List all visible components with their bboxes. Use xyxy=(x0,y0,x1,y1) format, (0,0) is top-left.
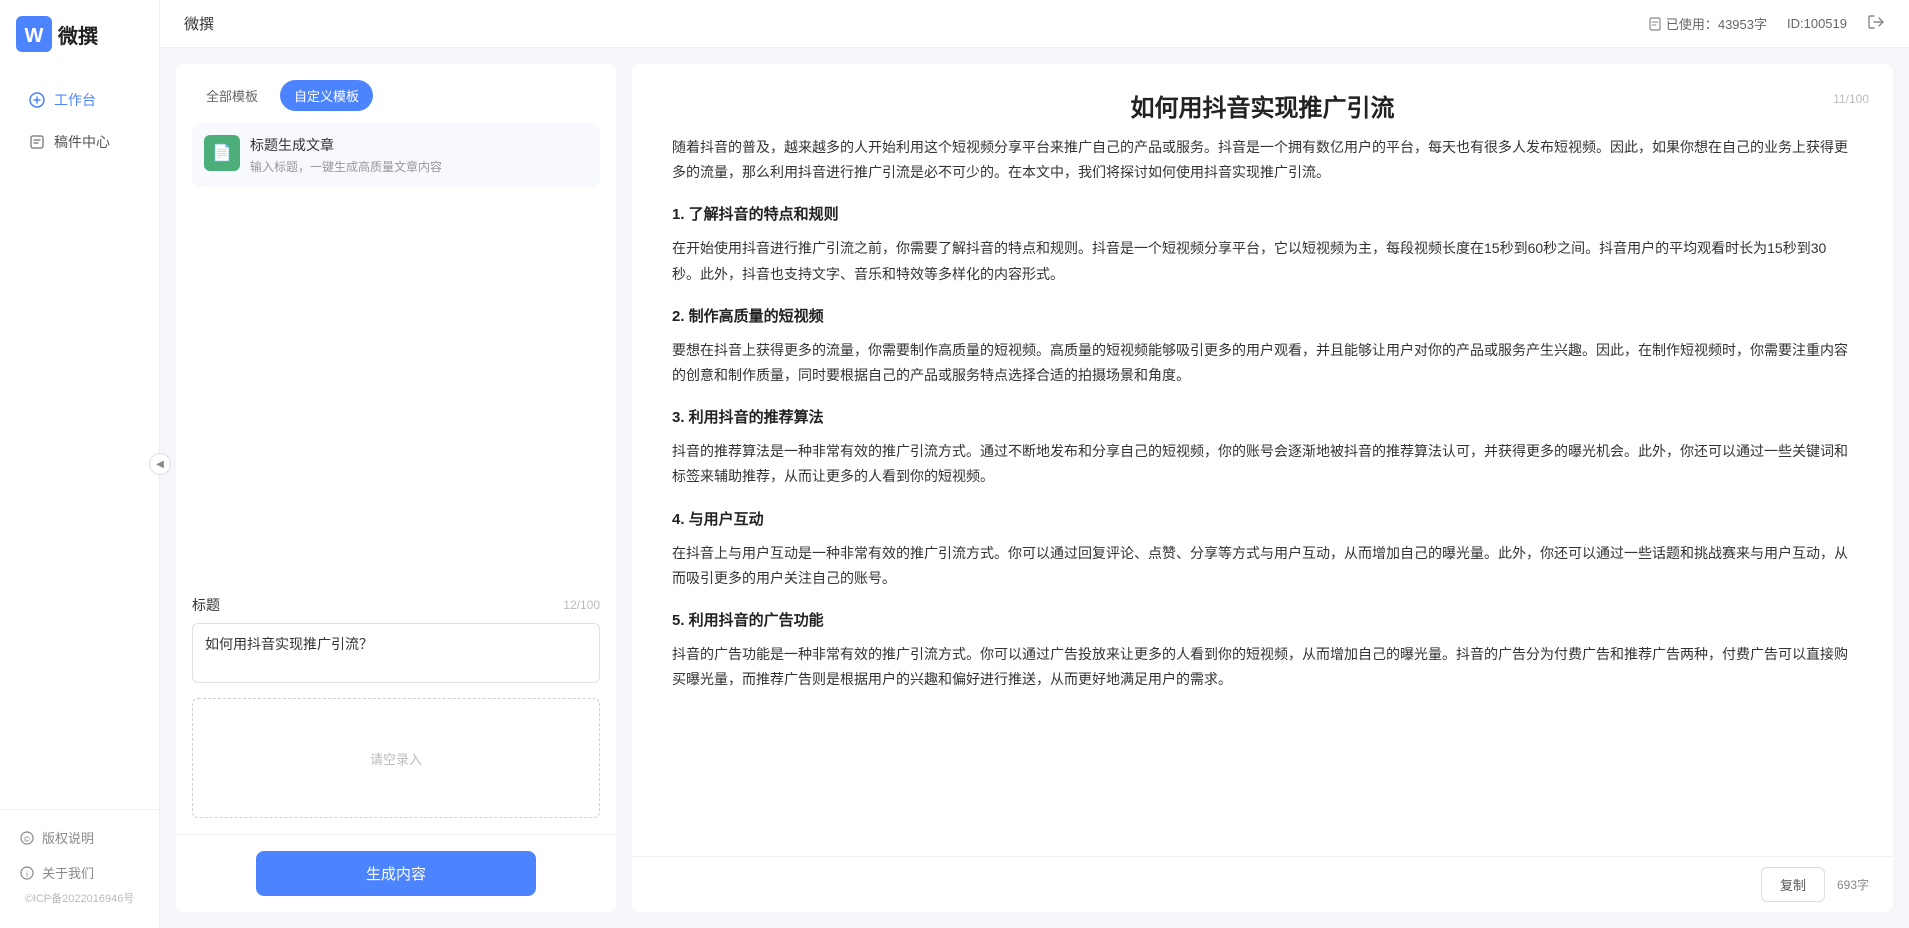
article-paragraph: 抖音的推荐算法是一种非常有效的推广引流方式。通过不断地发布和分享自己的短视频，你… xyxy=(672,439,1853,489)
main-container: 微撰 已使用：43953字 ID:100519 xyxy=(160,0,1909,928)
keyword-input-area[interactable]: 请空录入 xyxy=(192,698,600,818)
article-paragraph: 要想在抖音上获得更多的流量，你需要制作高质量的短视频。高质量的短视频能够吸引更多… xyxy=(672,338,1853,388)
usage-label: 已使用：43953字 xyxy=(1666,14,1767,33)
sidebar-item-label-workbench: 工作台 xyxy=(54,90,96,110)
article-paragraph: 在开始使用抖音进行推广引流之前，你需要了解抖音的特点和规则。抖音是一个短视频分享… xyxy=(672,236,1853,286)
logo-text: 微撰 xyxy=(58,20,98,49)
template-card-icon: 📄 xyxy=(204,135,240,171)
form-section: 标题 12/100 请空录入 xyxy=(176,595,616,818)
workbench-icon xyxy=(28,91,46,109)
template-card-content: 标题生成文章 输入标题，一键生成高质量文章内容 xyxy=(250,135,442,175)
generate-button[interactable]: 生成内容 xyxy=(256,851,536,896)
id-label: ID:100519 xyxy=(1787,16,1847,31)
form-label: 标题 xyxy=(192,595,220,615)
tab-all-templates[interactable]: 全部模板 xyxy=(192,80,272,111)
article-heading: 1. 了解抖音的特点和规则 xyxy=(672,201,1853,228)
sidebar-item-label-about: 关于我们 xyxy=(42,863,94,882)
sidebar-item-about[interactable]: i 关于我们 xyxy=(0,855,159,890)
icp-text: ©ICP备2022016946号 xyxy=(0,890,159,912)
word-count-badge: 693字 xyxy=(1837,876,1869,893)
article-footer: 复制 693字 xyxy=(632,856,1893,912)
article-paragraph: 在抖音上与用户互动是一种非常有效的推广引流方式。你可以通过回复评论、点赞、分享等… xyxy=(672,541,1853,591)
keyword-placeholder: 请空录入 xyxy=(370,749,422,768)
template-card-title-text: 标题生成文章 xyxy=(250,135,442,155)
sidebar-item-label-copyright: 版权说明 xyxy=(42,828,94,847)
topbar-title: 微撰 xyxy=(184,13,214,34)
drafts-icon xyxy=(28,133,46,151)
document-icon xyxy=(1648,17,1662,31)
usage-info: 已使用：43953字 xyxy=(1648,14,1767,33)
article-body[interactable]: 随着抖音的普及，越来越多的人开始利用这个短视频分享平台来推广自己的产品或服务。抖… xyxy=(632,135,1893,856)
sidebar-nav: 工作台 稿件中心 xyxy=(0,68,159,809)
article-heading: 2. 制作高质量的短视频 xyxy=(672,303,1853,330)
article-header: 如何用抖音实现推广引流 11/100 xyxy=(632,64,1893,135)
title-input[interactable] xyxy=(192,623,600,683)
form-label-row: 标题 12/100 xyxy=(192,595,600,615)
logout-icon[interactable] xyxy=(1867,13,1885,34)
about-icon: i xyxy=(20,866,34,880)
topbar-right: 已使用：43953字 ID:100519 xyxy=(1648,13,1885,34)
copyright-icon: © xyxy=(20,831,34,845)
article-heading: 5. 利用抖音的广告功能 xyxy=(672,607,1853,634)
article-title: 如何用抖音实现推广引流 xyxy=(672,88,1853,123)
svg-text:i: i xyxy=(26,870,28,879)
page-indicator: 11/100 xyxy=(1833,92,1869,106)
logo-icon: W xyxy=(16,16,52,52)
logo-area: W 微撰 xyxy=(0,0,159,68)
template-list: 📄 标题生成文章 输入标题，一键生成高质量文章内容 xyxy=(176,123,616,595)
char-count: 12/100 xyxy=(563,598,600,612)
article-heading: 3. 利用抖音的推荐算法 xyxy=(672,404,1853,431)
svg-text:©: © xyxy=(24,835,30,844)
svg-text:W: W xyxy=(25,25,44,47)
template-card-desc: 输入标题，一键生成高质量文章内容 xyxy=(250,158,442,175)
content-area: 全部模板 自定义模板 📄 标题生成文章 输入标题，一键生成高质量文章内容 标题 … xyxy=(160,48,1909,928)
right-panel: 如何用抖音实现推广引流 11/100 随着抖音的普及，越来越多的人开始利用这个短… xyxy=(632,64,1893,912)
tab-bar: 全部模板 自定义模板 xyxy=(176,64,616,123)
article-paragraph: 抖音的广告功能是一种非常有效的推广引流方式。你可以通过广告投放来让更多的人看到你… xyxy=(672,642,1853,692)
sidebar-item-label-drafts: 稿件中心 xyxy=(54,132,110,152)
sidebar-item-copyright[interactable]: © 版权说明 xyxy=(0,820,159,855)
article-paragraph: 随着抖音的普及，越来越多的人开始利用这个短视频分享平台来推广自己的产品或服务。抖… xyxy=(672,135,1853,185)
sidebar: W 微撰 工作台 稿件中心 xyxy=(0,0,160,928)
sidebar-bottom: © 版权说明 i 关于我们 ©ICP备2022016946号 xyxy=(0,809,159,928)
divider-line xyxy=(176,834,616,835)
sidebar-item-workbench[interactable]: 工作台 xyxy=(8,80,151,120)
collapse-button[interactable]: ◀ xyxy=(149,453,171,475)
article-heading: 4. 与用户互动 xyxy=(672,506,1853,533)
tab-custom-templates[interactable]: 自定义模板 xyxy=(280,80,373,111)
left-panel: 全部模板 自定义模板 📄 标题生成文章 输入标题，一键生成高质量文章内容 标题 … xyxy=(176,64,616,912)
topbar: 微撰 已使用：43953字 ID:100519 xyxy=(160,0,1909,48)
template-card-title-article[interactable]: 📄 标题生成文章 输入标题，一键生成高质量文章内容 xyxy=(192,123,600,187)
copy-button[interactable]: 复制 xyxy=(1761,867,1825,902)
sidebar-item-drafts[interactable]: 稿件中心 xyxy=(8,122,151,162)
